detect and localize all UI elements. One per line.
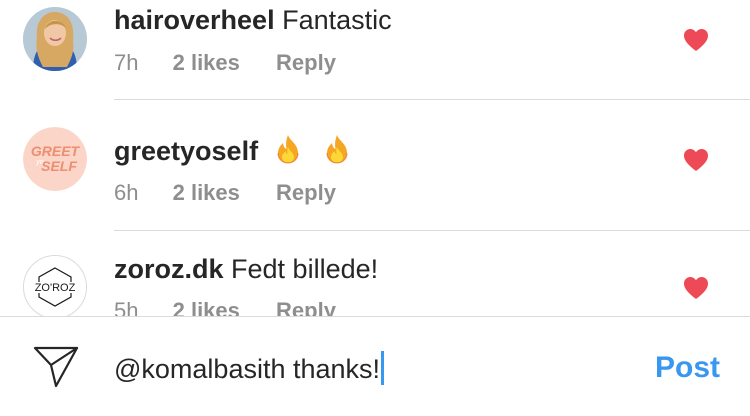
comment-username[interactable]: zoroz.dk xyxy=(114,254,224,284)
avatar[interactable]: GREET yo SELF xyxy=(23,127,87,191)
heart-icon[interactable] xyxy=(683,28,709,52)
profile-photo-avatar-icon xyxy=(23,7,87,71)
paper-plane-icon[interactable] xyxy=(32,345,80,389)
fire-emoji-icon xyxy=(326,135,348,164)
comment-input[interactable]: @komalbasith thanks! xyxy=(114,351,385,386)
svg-text:ZO'ROZ: ZO'ROZ xyxy=(35,282,76,294)
comment-composer: @komalbasith thanks! Post xyxy=(0,316,750,416)
comment-likes[interactable]: 2 likes xyxy=(173,50,240,75)
comment-item: ZO'ROZ zoroz.dk Fedt billede! 5h 2 likes… xyxy=(0,231,750,316)
reply-button[interactable]: Reply xyxy=(276,298,336,316)
comment-time: 5h xyxy=(114,298,139,316)
greetyoself-logo-icon: GREET yo SELF xyxy=(23,127,87,191)
comment-item: hairoverheel Fantastic 7h 2 likes Reply xyxy=(0,0,750,100)
heart-icon[interactable] xyxy=(683,148,709,172)
reply-button[interactable]: Reply xyxy=(276,50,336,75)
svg-text:GREET: GREET xyxy=(31,143,81,159)
reply-button[interactable]: Reply xyxy=(276,180,336,205)
comment-list[interactable]: hairoverheel Fantastic 7h 2 likes Reply … xyxy=(0,0,750,316)
comment-text: Fantastic xyxy=(282,5,392,35)
comment-item: GREET yo SELF greetyoself 6h 2 likes Rep… xyxy=(0,100,750,230)
comment-likes[interactable]: 2 likes xyxy=(173,180,240,205)
heart-icon[interactable] xyxy=(683,276,709,300)
avatar[interactable] xyxy=(23,7,87,71)
zoroz-logo-icon: ZO'ROZ xyxy=(24,256,86,316)
fire-emoji-icon xyxy=(276,135,299,164)
comment-username[interactable]: hairoverheel xyxy=(114,5,275,35)
text-cursor xyxy=(381,351,385,385)
comment-likes[interactable]: 2 likes xyxy=(173,298,240,316)
comment-time: 7h xyxy=(114,50,139,75)
avatar[interactable]: ZO'ROZ xyxy=(23,255,87,316)
comment-input-value: @komalbasith thanks! xyxy=(114,354,381,384)
comment-text: Fedt billede! xyxy=(231,254,379,284)
svg-text:SELF: SELF xyxy=(41,158,77,174)
comment-username[interactable]: greetyoself xyxy=(114,136,258,166)
comment-time: 6h xyxy=(114,180,139,205)
post-button[interactable]: Post xyxy=(655,351,720,385)
